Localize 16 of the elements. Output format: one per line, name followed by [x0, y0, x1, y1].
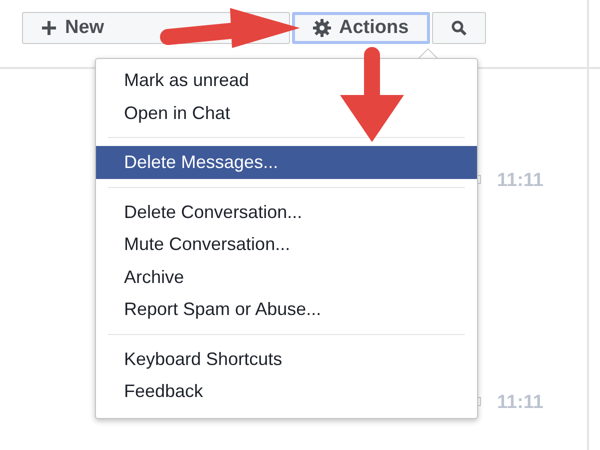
- menu-item[interactable]: Open in Chat: [96, 96, 477, 129]
- menu-item[interactable]: Keyboard Shortcuts: [96, 342, 477, 375]
- menu-item[interactable]: Delete Messages...: [96, 146, 477, 178]
- menu-item[interactable]: Mute Conversation...: [96, 228, 477, 260]
- search-button[interactable]: [432, 12, 486, 44]
- message-time: 11:11: [497, 391, 544, 415]
- message-time: 11:11: [497, 169, 544, 193]
- menu-item[interactable]: Feedback: [96, 375, 477, 408]
- menu-item[interactable]: Mark as unread: [96, 64, 477, 96]
- actions-button[interactable]: Actions: [292, 12, 430, 44]
- menu-item[interactable]: Archive: [96, 260, 477, 293]
- menu-item[interactable]: Delete Conversation...: [96, 196, 477, 228]
- menu-item[interactable]: Report Spam or Abuse...: [96, 293, 477, 326]
- gear-icon: [313, 19, 331, 37]
- search-icon: [450, 20, 467, 36]
- plus-icon: [41, 20, 57, 36]
